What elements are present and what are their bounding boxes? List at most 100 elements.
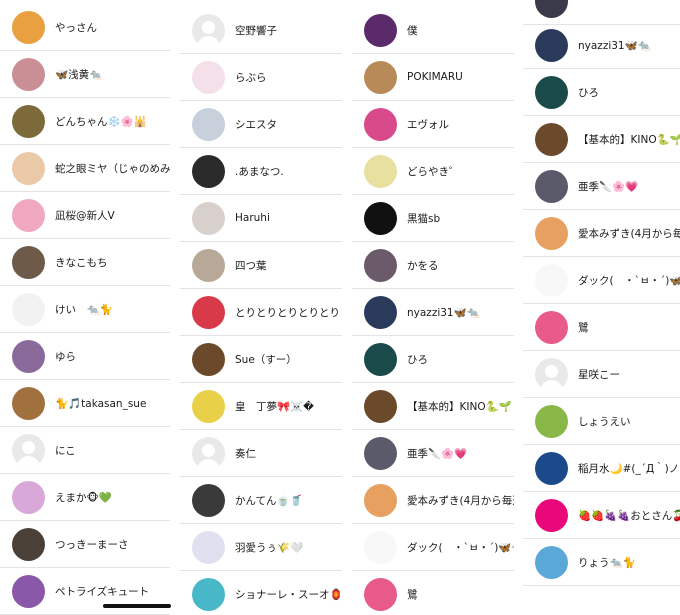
list-item[interactable]: 🍓🍓🍇🍇おとさん🍒🍊 (523, 492, 680, 539)
list-item[interactable]: nyazzi31🦋🐀 (523, 22, 680, 69)
avatar[interactable] (12, 151, 45, 185)
list-item[interactable]: とりとりとりとりとりとり (180, 289, 342, 336)
list-item[interactable]: ダック( ・`ㅂ・´)🦋🐀🍊 (523, 257, 680, 304)
list-item[interactable]: ダック( ・`ㅂ・´)🦋🐀🍊 (352, 524, 514, 571)
avatar[interactable] (535, 451, 568, 485)
avatar[interactable] (535, 216, 568, 250)
avatar[interactable] (12, 57, 45, 91)
list-item[interactable]: えまか🐵💚 (0, 474, 170, 521)
list-item[interactable]: 稲月水🌙#(_´Д｀)ノ~ (523, 445, 680, 492)
list-item[interactable]: どらやき゜ (352, 148, 514, 195)
list-item[interactable]: どんちゃん❄️🌸🕌 (0, 98, 170, 145)
list-item[interactable]: POKIMARU (352, 54, 514, 101)
list-item[interactable]: 黒猫sb (352, 195, 514, 242)
list-item[interactable]: けい 🐀🐈 (0, 286, 170, 333)
list-item[interactable]: しょうえい (523, 398, 680, 445)
list-item[interactable]: 愛本みずき(4月から毎週金 (352, 477, 514, 524)
list-item[interactable]: 僕 (352, 7, 514, 54)
list-item[interactable]: 鷺 (523, 304, 680, 351)
avatar[interactable] (364, 530, 397, 564)
list-item[interactable]: 亜季🔪🌸💗 (523, 163, 680, 210)
avatar[interactable] (12, 339, 45, 373)
list-item[interactable]: にこ (0, 427, 170, 474)
list-item[interactable]: 鷺 (352, 571, 514, 615)
default-avatar-icon[interactable] (192, 13, 225, 47)
avatar[interactable] (535, 263, 568, 297)
list-item[interactable]: ひろ (352, 336, 514, 383)
avatar[interactable] (364, 342, 397, 376)
avatar[interactable] (192, 483, 225, 517)
avatar[interactable] (364, 13, 397, 47)
list-item[interactable]: 【基本的】KINO🐍🌱【作 (523, 116, 680, 163)
list-item[interactable]: 星咲こー (523, 351, 680, 398)
list-item[interactable]: ショナーレ・スーオ🏮🫧🎐 (180, 571, 342, 615)
list-item[interactable]: 🐈🎵takasan_sue (0, 380, 170, 427)
avatar[interactable] (12, 245, 45, 279)
avatar[interactable] (364, 107, 397, 141)
list-item[interactable]: 凪桜@新人V (0, 192, 170, 239)
avatar[interactable] (364, 577, 397, 611)
default-avatar-icon[interactable] (535, 357, 568, 391)
avatar[interactable] (364, 201, 397, 235)
avatar[interactable] (192, 248, 225, 282)
avatar[interactable] (364, 436, 397, 470)
avatar[interactable] (535, 28, 568, 62)
list-item[interactable]: りょう🐀🐈 (523, 539, 680, 586)
avatar[interactable] (12, 198, 45, 232)
list-item[interactable]: ひろ (523, 69, 680, 116)
list-item[interactable]: らぶら (180, 54, 342, 101)
list-item[interactable]: やっさん (0, 4, 170, 51)
list-item[interactable]: かをる (352, 242, 514, 289)
list-item[interactable]: つっきーまーさ (0, 521, 170, 568)
avatar[interactable] (364, 483, 397, 517)
list-item[interactable]: 愛本みずき(4月から毎週金 (523, 210, 680, 257)
list-item[interactable]: Sue（すー） (180, 336, 342, 383)
avatar[interactable] (535, 404, 568, 438)
avatar[interactable] (535, 75, 568, 109)
avatar[interactable] (535, 498, 568, 532)
list-item[interactable]: 四つ葉 (180, 242, 342, 289)
list-item[interactable]: エヴォル (352, 101, 514, 148)
list-item[interactable]: 【基本的】KINO🐍🌱【作 (352, 383, 514, 430)
avatar[interactable] (364, 389, 397, 423)
list-item[interactable]: シエスタ (180, 101, 342, 148)
avatar[interactable] (192, 389, 225, 423)
list-item[interactable]: ゆら (0, 333, 170, 380)
avatar[interactable] (192, 107, 225, 141)
list-item[interactable]: 蛇之眼ミヤ（じゃのめみや (0, 145, 170, 192)
list-item[interactable]: 🦋浅黄🐀 (0, 51, 170, 98)
list-item[interactable]: 空野響子 (180, 7, 342, 54)
avatar[interactable] (535, 0, 568, 18)
avatar[interactable] (535, 310, 568, 344)
avatar[interactable] (535, 169, 568, 203)
avatar[interactable] (364, 154, 397, 188)
list-item[interactable]: かんてん🍵🥤 (180, 477, 342, 524)
avatar[interactable] (192, 60, 225, 94)
avatar[interactable] (364, 248, 397, 282)
avatar[interactable] (12, 386, 45, 420)
avatar[interactable] (192, 295, 225, 329)
avatar[interactable] (192, 201, 225, 235)
list-item[interactable]: 皇 丁夢🎀☠️� (180, 383, 342, 430)
list-item[interactable]: 亜季🔪🌸💗 (352, 430, 514, 477)
avatar[interactable] (364, 60, 397, 94)
avatar[interactable] (12, 527, 45, 561)
list-item[interactable]: きなこもち (0, 239, 170, 286)
avatar[interactable] (192, 342, 225, 376)
avatar[interactable] (535, 545, 568, 579)
default-avatar-icon[interactable] (12, 433, 45, 467)
avatar[interactable] (12, 292, 45, 326)
avatar[interactable] (12, 480, 45, 514)
avatar[interactable] (12, 574, 45, 608)
avatar[interactable] (12, 104, 45, 138)
list-item[interactable]: 奏仁 (180, 430, 342, 477)
avatar[interactable] (192, 530, 225, 564)
list-item[interactable]: Haruhi (180, 195, 342, 242)
avatar[interactable] (12, 10, 45, 44)
list-item[interactable]: nyazzi31🦋🐀 (352, 289, 514, 336)
avatar[interactable] (192, 577, 225, 611)
avatar[interactable] (192, 154, 225, 188)
avatar[interactable] (535, 122, 568, 156)
list-item[interactable]: 羽愛うぅ🌾🤍 (180, 524, 342, 571)
avatar[interactable] (364, 295, 397, 329)
